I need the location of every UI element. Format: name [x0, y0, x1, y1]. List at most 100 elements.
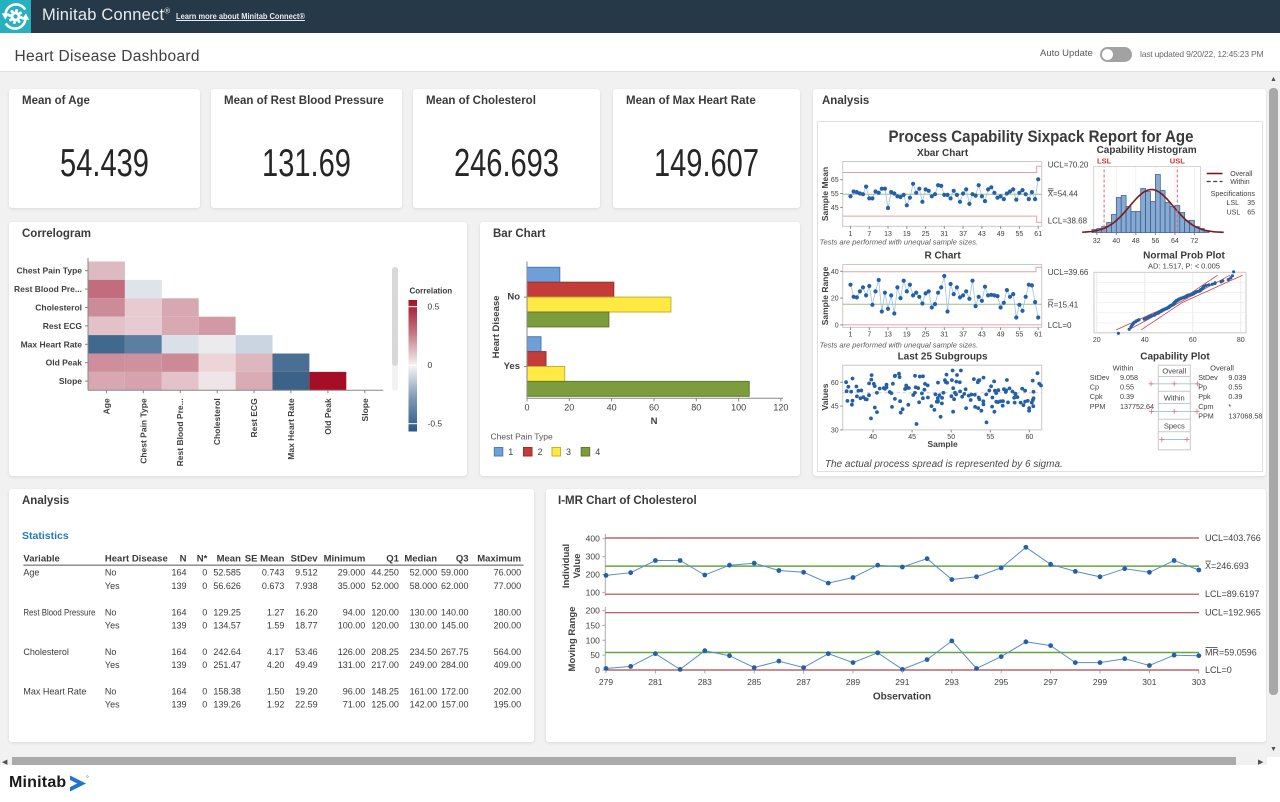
svg-text:234.50: 234.50 [410, 647, 438, 657]
svg-text:Ppk: Ppk [1198, 392, 1211, 401]
svg-text:PPM: PPM [1198, 411, 1214, 420]
svg-text:-0.5: -0.5 [428, 419, 443, 429]
svg-text:Old Peak: Old Peak [46, 358, 83, 368]
svg-text:299: 299 [1093, 677, 1107, 687]
svg-text:172.00: 172.00 [441, 687, 469, 697]
svg-text:40: 40 [831, 269, 839, 276]
svg-text:0: 0 [202, 568, 207, 578]
svg-text:1.92: 1.92 [267, 700, 285, 710]
svg-text:Slope: Slope [360, 398, 370, 421]
svg-text:96.00: 96.00 [343, 687, 366, 697]
svg-text:52.585: 52.585 [213, 568, 241, 578]
svg-text:131.00: 131.00 [338, 660, 366, 670]
svg-text:Slope: Slope [59, 376, 82, 386]
svg-text:Within: Within [1164, 393, 1185, 402]
svg-text:Heart Disease: Heart Disease [105, 554, 168, 565]
svg-text:No: No [105, 647, 117, 657]
svg-text:USL: USL [1227, 210, 1241, 217]
svg-text:No: No [105, 687, 117, 697]
svg-text:7.938: 7.938 [295, 581, 318, 591]
svg-text:AD: 1.517, P: < 0.005: AD: 1.517, P: < 0.005 [1148, 262, 1220, 271]
svg-text:242.64: 242.64 [213, 647, 241, 657]
svg-text:0: 0 [202, 687, 207, 697]
svg-text:Rest Blood Pre...: Rest Blood Pre... [14, 284, 82, 294]
svg-text:4.17: 4.17 [267, 647, 285, 657]
svg-text:58.000: 58.000 [410, 581, 438, 591]
svg-text:4: 4 [595, 447, 600, 457]
svg-text:0: 0 [202, 660, 207, 670]
svg-text:Within: Within [1230, 179, 1250, 186]
svg-text:37: 37 [959, 331, 967, 338]
svg-text:291: 291 [895, 677, 909, 687]
svg-text:0: 0 [202, 621, 207, 631]
svg-text:Within: Within [1113, 364, 1134, 373]
svg-text:22.59: 22.59 [295, 700, 318, 710]
svg-text:281: 281 [648, 677, 662, 687]
svg-text:Cpm: Cpm [1198, 402, 1213, 411]
svg-text:N: N [180, 554, 187, 565]
svg-text:13: 13 [884, 331, 892, 338]
svg-text:Last 25 Subgroups: Last 25 Subgroups [898, 352, 988, 363]
svg-text:289: 289 [846, 677, 860, 687]
svg-text:Moving Range: Moving Range [567, 607, 578, 672]
svg-text:Median: Median [404, 554, 437, 565]
svg-text:59.000: 59.000 [441, 568, 469, 578]
svg-text:Yes: Yes [105, 581, 120, 591]
svg-text:287: 287 [797, 677, 811, 687]
svg-text:267.75: 267.75 [441, 647, 469, 657]
svg-text:1.27: 1.27 [267, 607, 285, 617]
svg-text:Rest ECG: Rest ECG [249, 398, 259, 438]
svg-text:0: 0 [202, 647, 207, 657]
svg-text:9.058: 9.058 [1120, 373, 1138, 382]
svg-text:MR=59.0596: MR=59.0596 [1205, 648, 1257, 658]
svg-text:0.5: 0.5 [428, 302, 440, 312]
svg-text:Capability Histogram: Capability Histogram [1097, 145, 1197, 156]
svg-text:Sample: Sample [927, 439, 958, 449]
svg-text:No: No [507, 292, 520, 303]
svg-text:4.20: 4.20 [267, 660, 285, 670]
svg-text:StDev: StDev [1198, 373, 1218, 382]
svg-text:139.26: 139.26 [213, 700, 241, 710]
svg-text:180.00: 180.00 [494, 607, 522, 617]
svg-text:Cholesterol: Cholesterol [23, 647, 69, 657]
svg-text:40: 40 [1112, 238, 1120, 245]
svg-text:R Chart: R Chart [925, 251, 962, 262]
svg-text:43: 43 [978, 231, 986, 238]
svg-text:0.39: 0.39 [1120, 392, 1134, 401]
svg-text:UCL=403.766: UCL=403.766 [1205, 533, 1261, 543]
svg-text:80: 80 [1237, 337, 1245, 344]
svg-text:R=15.41: R=15.41 [1048, 300, 1079, 309]
svg-text:65: 65 [1247, 210, 1255, 217]
svg-text:LCL=38.68: LCL=38.68 [1048, 217, 1088, 226]
svg-text:100.00: 100.00 [338, 621, 366, 631]
svg-text:297: 297 [1044, 677, 1058, 687]
svg-text:139: 139 [171, 621, 186, 631]
svg-text:1: 1 [849, 331, 853, 338]
svg-text:Specifications: Specifications [1211, 189, 1256, 198]
svg-text:40: 40 [1141, 337, 1149, 344]
svg-text:9.039: 9.039 [1228, 373, 1246, 382]
svg-text:164: 164 [171, 687, 186, 697]
svg-text:60: 60 [831, 380, 839, 387]
svg-text:LCL=0: LCL=0 [1048, 321, 1072, 330]
svg-text:N: N [651, 416, 658, 427]
svg-text:164: 164 [171, 607, 186, 617]
svg-text:130.00: 130.00 [410, 621, 438, 631]
svg-text:0.55: 0.55 [1120, 383, 1134, 392]
svg-text:62.000: 62.000 [441, 581, 469, 591]
svg-text:195.00: 195.00 [494, 700, 522, 710]
svg-text:Yes: Yes [504, 361, 520, 372]
svg-text:LSL: LSL [1227, 200, 1240, 207]
svg-text:61: 61 [1034, 231, 1042, 238]
svg-text:Old Peak: Old Peak [323, 398, 333, 435]
svg-text:45: 45 [831, 205, 839, 212]
svg-text:120: 120 [773, 402, 788, 412]
svg-text:Minimum: Minimum [324, 554, 366, 565]
svg-text:No: No [105, 568, 117, 578]
svg-text:Tests are performed with unequ: Tests are performed with unequal sample … [820, 238, 979, 247]
svg-text:No: No [105, 607, 117, 617]
svg-text:126.00: 126.00 [338, 647, 366, 657]
svg-text:Tests are performed with unequ: Tests are performed with unequal sample … [820, 340, 979, 349]
svg-text:Yes: Yes [105, 660, 120, 670]
svg-text:139: 139 [171, 581, 186, 591]
